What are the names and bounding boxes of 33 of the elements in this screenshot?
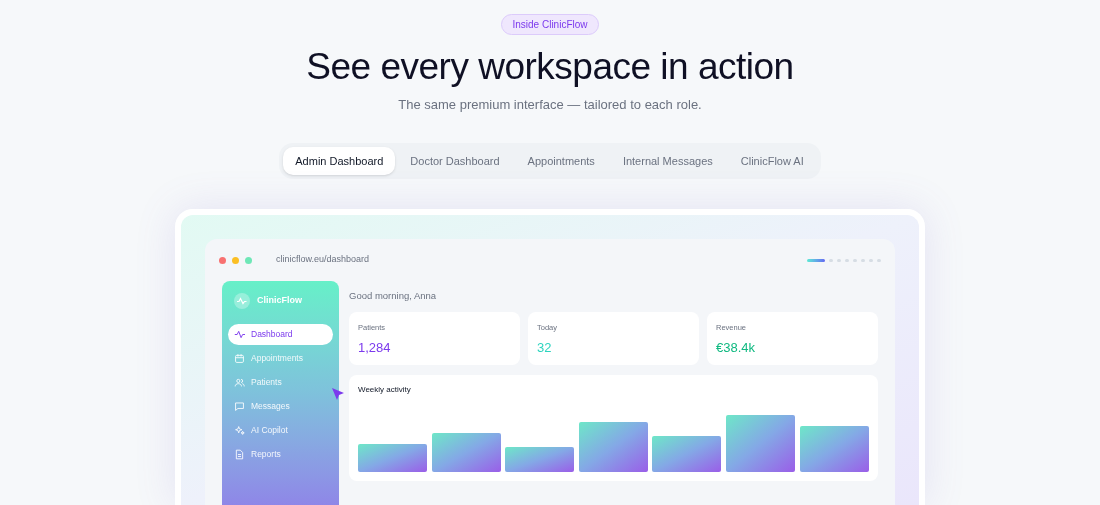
- document-icon: [234, 449, 245, 460]
- tab[interactable]: Internal Messages: [609, 146, 726, 175]
- chart-bar: [652, 436, 721, 473]
- pulse-icon: [234, 293, 250, 309]
- chart-bar: [358, 444, 427, 473]
- slide-indicator[interactable]: [807, 258, 825, 262]
- sidebar-item[interactable]: Dashboard: [228, 324, 333, 345]
- chat-bubble-icon: [234, 401, 245, 412]
- users-icon: [234, 377, 245, 388]
- sparkles-icon: [234, 425, 245, 436]
- chart-bar: [800, 426, 869, 473]
- stat-value: 32: [537, 338, 552, 357]
- section-heading: See every workspace in action: [306, 45, 794, 89]
- chart-bar: [579, 422, 648, 473]
- section-badge: Inside ClinicFlow: [501, 14, 599, 35]
- tab[interactable]: Appointments: [514, 146, 608, 175]
- calendar-icon: [234, 353, 245, 364]
- cursor-icon: [331, 387, 345, 401]
- stat-value: 1,284: [358, 338, 391, 357]
- pulse-icon: [234, 329, 245, 340]
- tab[interactable]: Doctor Dashboard: [397, 146, 513, 175]
- chart-bar: [726, 415, 795, 473]
- chart-bar: [505, 447, 574, 473]
- brand-name: ClinicFlow: [257, 294, 302, 308]
- tab[interactable]: ClinicFlow AI: [727, 146, 817, 175]
- greeting-text: Good morning, Anna: [349, 289, 438, 303]
- section-subheading: The same premium interface — tailored to each role.: [398, 96, 702, 114]
- chart-bar: [432, 433, 501, 473]
- chart-title: Weekly activity: [358, 384, 412, 397]
- stat-value: €38.4k: [716, 338, 756, 357]
- tab[interactable]: Admin Dashboard: [283, 146, 396, 175]
- sidebar-item[interactable]: Reports: [228, 444, 333, 465]
- url-text: clinicflow.eu/dashboard: [276, 253, 370, 267]
